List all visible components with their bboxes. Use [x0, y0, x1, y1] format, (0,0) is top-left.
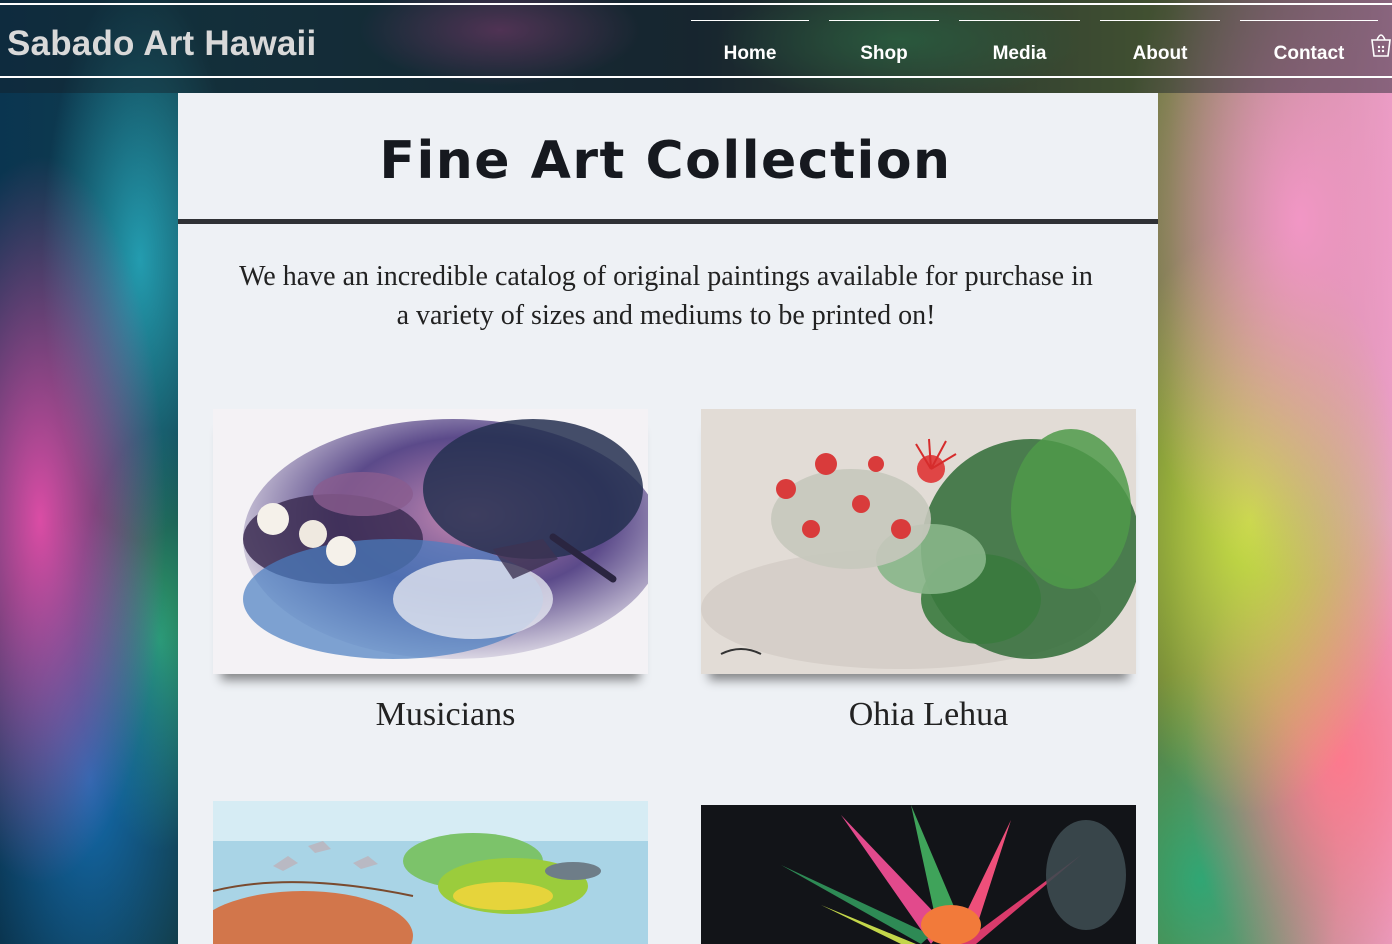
nav-shop[interactable]: Shop: [829, 20, 939, 71]
musicians-painting[interactable]: [213, 409, 648, 674]
ti-leaf-painting[interactable]: [701, 805, 1136, 944]
ohia-lehua-caption[interactable]: Ohia Lehua: [711, 696, 1146, 734]
header-top-rule: [0, 3, 1392, 5]
nav-about[interactable]: About: [1100, 20, 1220, 71]
ocean-fish-painting[interactable]: [213, 801, 648, 944]
page-title: Fine Art Collection: [379, 131, 952, 191]
ohia-lehua-painting[interactable]: [701, 409, 1136, 674]
musicians-caption[interactable]: Musicians: [228, 696, 663, 734]
nav-media[interactable]: Media: [959, 20, 1080, 71]
title-divider: [178, 219, 1158, 224]
content-panel: Fine Art Collection We have an incredibl…: [178, 93, 1158, 944]
nav-home[interactable]: Home: [691, 20, 809, 71]
site-header: Sabado Art Hawaii Home Shop Media About …: [0, 0, 1392, 93]
header-bottom-rule: [0, 76, 1392, 78]
site-logo-text[interactable]: Sabado Art Hawaii: [7, 24, 316, 64]
nav-contact[interactable]: Contact: [1240, 20, 1378, 71]
cart-icon[interactable]: [1370, 30, 1392, 60]
intro-text: We have an incredible catalog of origina…: [239, 261, 1093, 331]
